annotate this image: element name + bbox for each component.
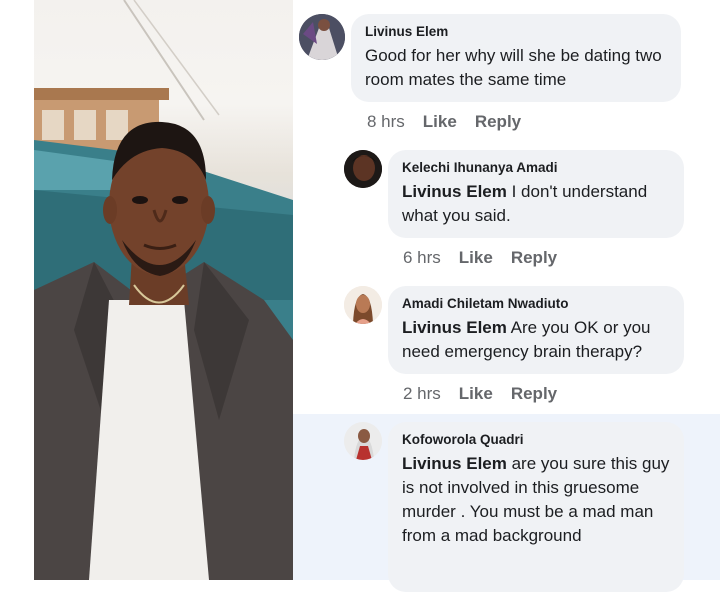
mention-link[interactable]: Livinus Elem xyxy=(402,454,507,473)
comment-bubble: Kelechi Ihunanya Amadi Livinus Elem I do… xyxy=(388,150,684,238)
comment-text: Livinus Elem Are you OK or you need emer… xyxy=(402,316,670,364)
commenter-name[interactable]: Kofoworola Quadri xyxy=(402,431,670,448)
commenter-name[interactable]: Amadi Chiletam Nwadiuto xyxy=(402,295,670,312)
comment-thread: Livinus Elem Good for her why will she b… xyxy=(293,0,720,592)
commenter-name[interactable]: Livinus Elem xyxy=(365,23,667,40)
like-button[interactable]: Like xyxy=(423,112,457,132)
comment-text: Good for her why will she be dating two … xyxy=(365,46,662,89)
timestamp[interactable]: 8 hrs xyxy=(367,112,405,132)
comment-meta: 8 hrs Like Reply xyxy=(367,112,521,132)
like-button[interactable]: Like xyxy=(459,384,493,404)
mention-link[interactable]: Livinus Elem xyxy=(402,318,507,337)
comment-text: Livinus Elem are you sure this guy is no… xyxy=(402,452,670,548)
timestamp[interactable]: 2 hrs xyxy=(403,384,441,404)
commenter-name[interactable]: Kelechi Ihunanya Amadi xyxy=(402,159,670,176)
avatar[interactable] xyxy=(299,14,345,60)
comment-bubble: Kofoworola Quadri Livinus Elem are you s… xyxy=(388,422,684,592)
reply-button[interactable]: Reply xyxy=(511,384,557,404)
comment-meta: 6 hrs Like Reply xyxy=(403,248,557,268)
comment-meta: 2 hrs Like Reply xyxy=(403,384,557,404)
reply-button[interactable]: Reply xyxy=(511,248,557,268)
comment-bubble: Livinus Elem Good for her why will she b… xyxy=(351,14,681,102)
like-button[interactable]: Like xyxy=(459,248,493,268)
mention-link[interactable]: Livinus Elem xyxy=(402,182,507,201)
reply-button[interactable]: Reply xyxy=(475,112,521,132)
avatar[interactable] xyxy=(344,150,382,188)
avatar[interactable] xyxy=(344,422,382,460)
timestamp[interactable]: 6 hrs xyxy=(403,248,441,268)
avatar[interactable] xyxy=(344,286,382,324)
comment-bubble: Amadi Chiletam Nwadiuto Livinus Elem Are… xyxy=(388,286,684,374)
man-photo xyxy=(34,0,293,580)
comment-text: Livinus Elem I don't understand what you… xyxy=(402,180,670,228)
